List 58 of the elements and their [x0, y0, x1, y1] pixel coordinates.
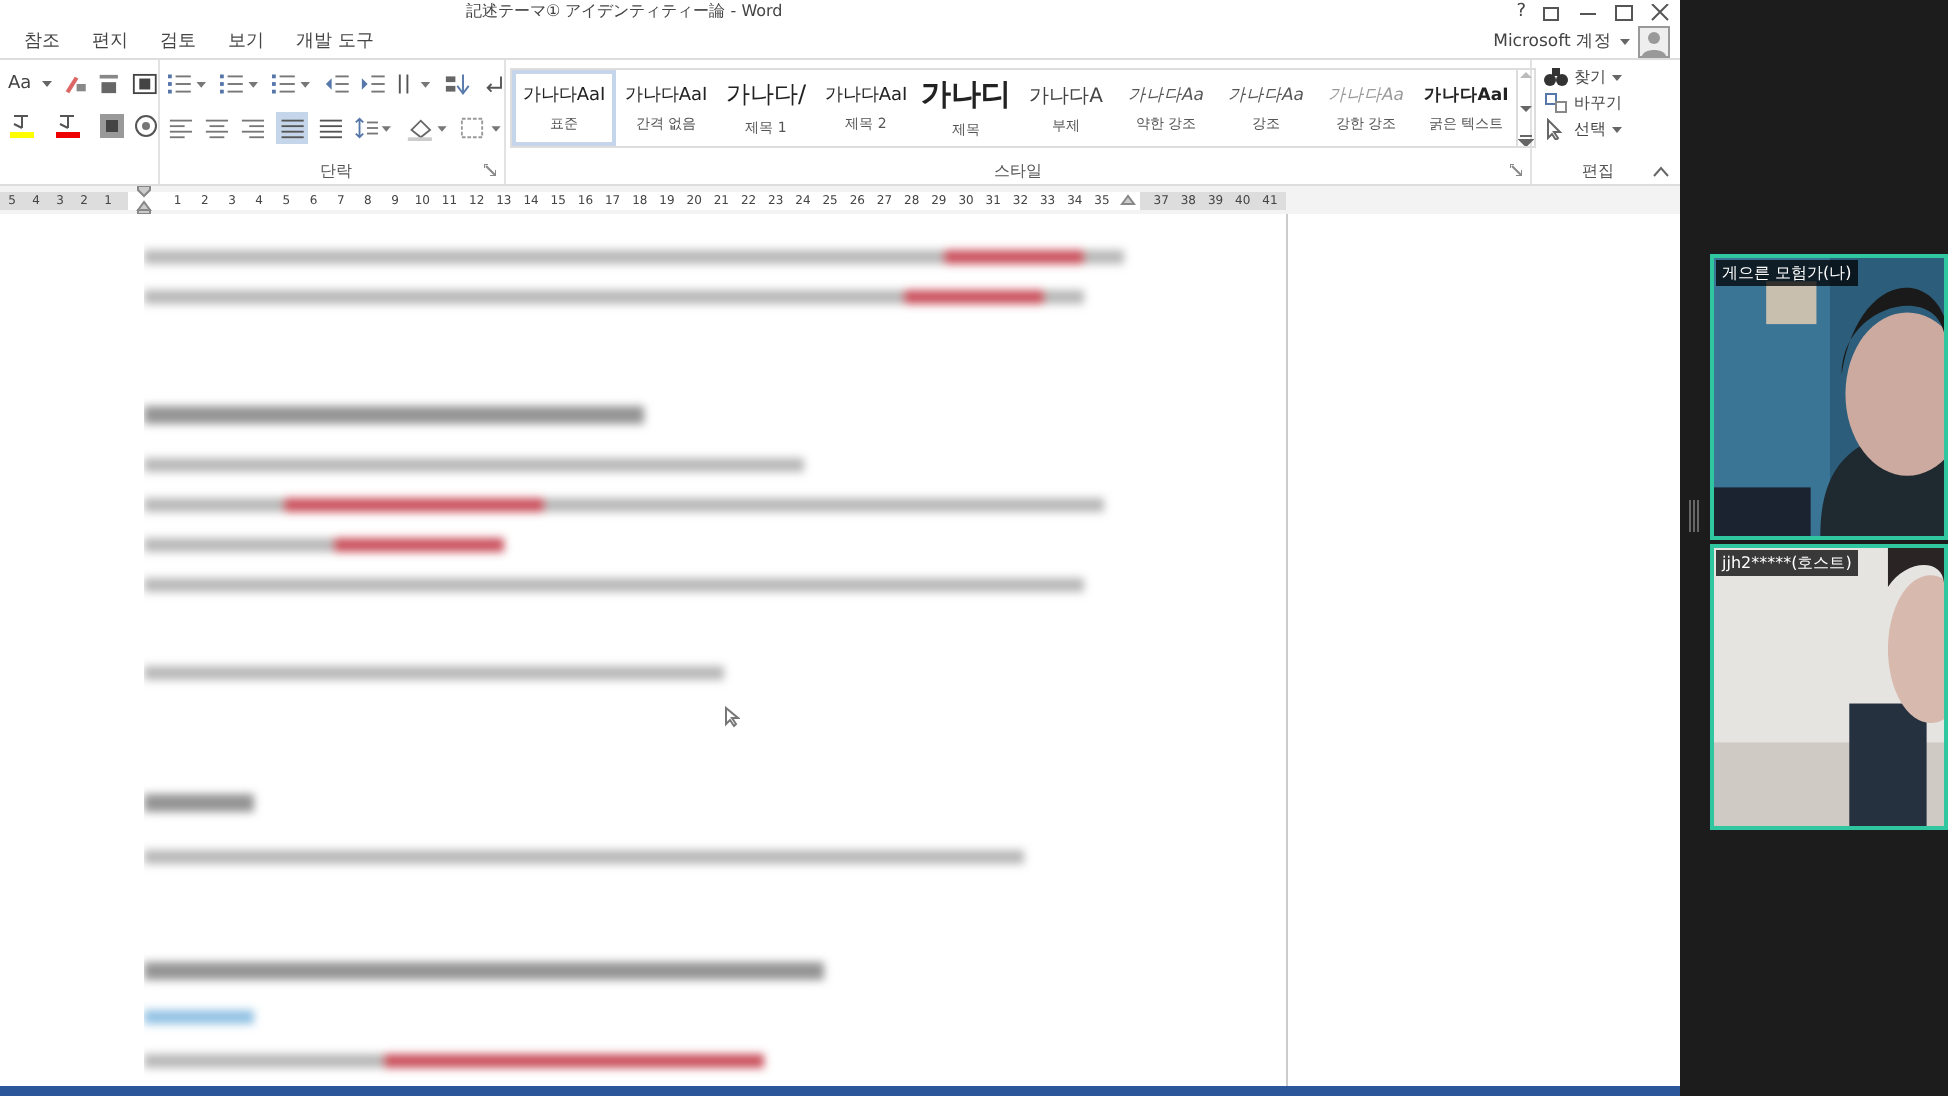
maximize-icon[interactable]	[1614, 3, 1634, 21]
participant-name: 게으른 모험가(나)	[1716, 260, 1858, 286]
restore-icon[interactable]	[1542, 3, 1562, 21]
help-button[interactable]: ?	[1516, 2, 1526, 22]
ribbon-tab[interactable]: 검토	[144, 24, 212, 58]
close-icon[interactable]	[1650, 3, 1670, 21]
align-icon[interactable]	[168, 116, 194, 140]
dropdown-caret-icon[interactable]	[1612, 125, 1622, 133]
account-menu[interactable]: Microsoft 계정	[1493, 29, 1612, 53]
enclosed-character-icon[interactable]	[134, 113, 158, 137]
align-icon[interactable]	[239, 116, 266, 140]
dialog-launcher-icon[interactable]	[1510, 164, 1522, 176]
collapse-ribbon-icon[interactable]	[1652, 166, 1670, 178]
gallery-scrollbar[interactable]	[1518, 68, 1536, 148]
increase-indent-icon[interactable]	[360, 72, 387, 96]
justify-icon[interactable]	[275, 112, 309, 144]
ribbon-tab[interactable]: 편지	[76, 24, 144, 58]
borders-icon[interactable]	[459, 116, 505, 140]
mouse-cursor-icon	[724, 706, 740, 728]
list-icon[interactable]	[219, 72, 262, 96]
editing-command[interactable]: 찾기	[1544, 66, 1664, 88]
group-label: 스타일	[994, 159, 1042, 181]
scroll-down-icon[interactable]	[1518, 102, 1534, 114]
ribbon-tab[interactable]: 참조	[8, 24, 76, 58]
binoculars-icon	[1544, 66, 1568, 88]
character-shading-icon[interactable]	[100, 113, 124, 137]
participant-name: jjh2*****(호스트)	[1716, 550, 1858, 576]
splitter-handle-icon[interactable]	[1688, 500, 1700, 532]
shading-icon[interactable]	[405, 115, 450, 141]
window-title: 記述テーマ① アイデンティティー論 - Word	[466, 2, 783, 22]
sort-icon[interactable]	[444, 72, 472, 96]
group-label: 편집	[1582, 159, 1614, 181]
character-border-icon[interactable]	[132, 72, 159, 96]
align-icon[interactable]	[203, 116, 230, 140]
editing-command[interactable]: 선택	[1544, 118, 1664, 140]
decrease-indent-icon[interactable]	[323, 72, 351, 96]
dropdown-caret-icon[interactable]	[1612, 73, 1622, 81]
video-tile[interactable]: 게으른 모험가(나)	[1710, 254, 1948, 540]
ribbon-tab[interactable]: 개발 도구	[280, 24, 390, 58]
group-label: 단락	[320, 159, 352, 181]
replace-icon	[1544, 92, 1568, 114]
pointer-icon	[1544, 118, 1568, 140]
editing-command[interactable]: 바꾸기	[1544, 92, 1664, 114]
line-spacing-icon[interactable]	[354, 116, 396, 140]
video-tile[interactable]: jjh2*****(호스트)	[1710, 544, 1948, 830]
indent-marker-icon[interactable]	[136, 186, 152, 214]
expand-gallery-icon[interactable]	[1518, 134, 1534, 146]
change-case-button[interactable]: Aa	[8, 74, 32, 94]
dropdown-caret-icon[interactable]	[41, 80, 52, 88]
paragraph-mark-icon[interactable]	[481, 72, 505, 96]
ribbon-tab[interactable]: 보기	[212, 24, 280, 58]
dropdown-caret-icon[interactable]	[1620, 37, 1630, 45]
dialog-launcher-icon[interactable]	[484, 164, 496, 176]
indent-marker-icon[interactable]	[1119, 194, 1136, 206]
list-icon[interactable]	[168, 72, 210, 96]
distribute-icon[interactable]	[318, 116, 345, 140]
list-icon[interactable]	[271, 72, 314, 96]
clear-format-icon[interactable]	[61, 72, 87, 96]
